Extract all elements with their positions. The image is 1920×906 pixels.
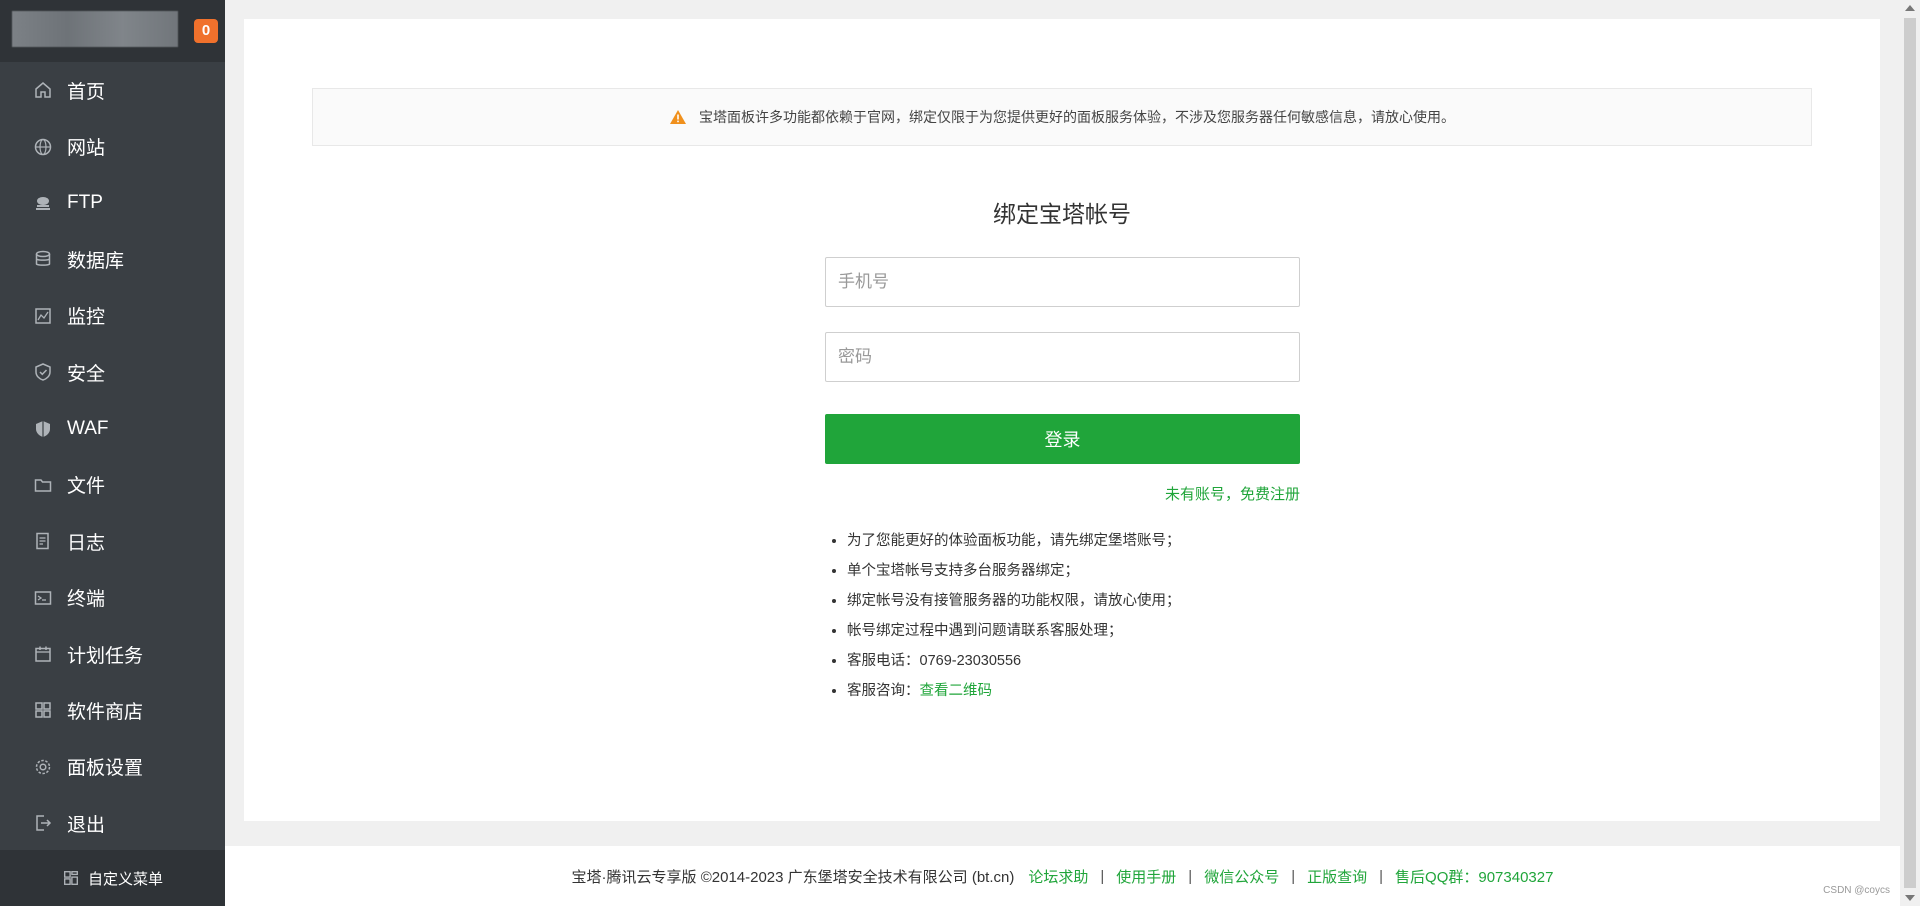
shield-icon — [32, 361, 54, 383]
database-icon — [32, 248, 54, 270]
footer-link-forum[interactable]: 论坛求助 — [1028, 866, 1088, 887]
ftp-icon — [32, 192, 54, 214]
sidebar-item-label: FTP — [67, 191, 103, 213]
server-name-blurred — [12, 11, 178, 47]
register-link[interactable]: 未有账号，免费注册 — [1165, 483, 1300, 504]
consult-label: 客服咨询： — [847, 683, 920, 699]
sidebar-item-label: 安全 — [67, 363, 106, 385]
qr-code-link[interactable]: 查看二维码 — [920, 683, 993, 699]
sidebar-item-website[interactable]: 网站 — [0, 118, 225, 174]
waf-shield-icon — [32, 418, 54, 440]
sidebar-item-files[interactable]: 文件 — [0, 457, 225, 513]
page-title: 绑定宝塔帐号 — [993, 201, 1131, 227]
login-button[interactable]: 登录 — [825, 414, 1300, 464]
footer-separator: | — [1188, 867, 1193, 885]
sidebar-item-label: 监控 — [67, 307, 106, 329]
sidebar-item-cron[interactable]: 计划任务 — [0, 626, 225, 682]
sidebar-item-security[interactable]: 安全 — [0, 344, 225, 400]
footer-separator: | — [1291, 867, 1296, 885]
custom-menu-button[interactable]: 自定义菜单 — [0, 850, 225, 906]
notice-bar: 宝塔面板许多功能都依赖于官网，绑定仅限于为您提供更好的面板服务体验，不涉及您服务… — [312, 88, 1812, 146]
warning-icon — [670, 110, 686, 124]
list-item: 为了您能更好的体验面板功能，请先绑定堡塔账号； — [847, 526, 1181, 556]
footer-separator: | — [1100, 867, 1105, 885]
footer-link-license[interactable]: 正版查询 — [1307, 866, 1367, 887]
terminal-icon — [32, 587, 54, 609]
home-icon — [32, 79, 54, 101]
grid-icon — [32, 699, 54, 721]
scroll-up-arrow-icon[interactable] — [1905, 5, 1915, 11]
phone-input[interactable] — [825, 257, 1300, 307]
monitor-icon — [32, 305, 54, 327]
gear-icon — [32, 756, 54, 778]
sidebar-item-label: 首页 — [67, 81, 106, 103]
footer-link-manual[interactable]: 使用手册 — [1116, 866, 1176, 887]
watermark: CSDN @coycs — [1823, 885, 1890, 896]
tips-list: 为了您能更好的体验面板功能，请先绑定堡塔账号； 单个宝塔帐号支持多台服务器绑定；… — [844, 526, 1181, 706]
list-item: 绑定帐号没有接管服务器的功能权限，请放心使用； — [847, 586, 1181, 616]
custom-menu-label: 自定义菜单 — [88, 870, 164, 888]
page-scrollbar[interactable] — [1900, 0, 1920, 906]
sidebar-item-logs[interactable]: 日志 — [0, 513, 225, 569]
calendar-icon — [32, 643, 54, 665]
sidebar-header: 0 — [0, 0, 225, 62]
sidebar-item-label: 计划任务 — [67, 645, 144, 667]
sidebar-item-label: 文件 — [67, 476, 106, 498]
sidebar-item-label: 日志 — [67, 532, 106, 554]
footer-link-qq-group[interactable]: 售后QQ群：907340327 — [1395, 866, 1553, 887]
sidebar-item-label: 软件商店 — [67, 701, 144, 723]
footer-link-wechat[interactable]: 微信公众号 — [1204, 866, 1279, 887]
sidebar-item-monitor[interactable]: 监控 — [0, 288, 225, 344]
sidebar-item-terminal[interactable]: 终端 — [0, 570, 225, 626]
sidebar-item-database[interactable]: 数据库 — [0, 231, 225, 287]
notification-badge[interactable]: 0 — [194, 19, 218, 43]
list-item: 单个宝塔帐号支持多台服务器绑定； — [847, 556, 1181, 586]
scroll-thumb[interactable] — [1904, 18, 1916, 888]
sidebar-item-settings[interactable]: 面板设置 — [0, 739, 225, 795]
password-input[interactable] — [825, 332, 1300, 382]
sidebar-item-label: 退出 — [67, 814, 106, 836]
sidebar-item-waf[interactable]: WAF — [0, 400, 225, 456]
scroll-down-arrow-icon[interactable] — [1905, 895, 1915, 901]
menu-grid-icon — [62, 869, 80, 887]
sidebar-item-label: 面板设置 — [67, 758, 144, 780]
sidebar-item-logout[interactable]: 退出 — [0, 795, 225, 851]
sidebar-menu: 首页 网站 FTP 数据库 监控 安全 WAF 文件 日志 终端 计划任务 软件… — [0, 62, 225, 851]
sidebar-item-label: WAF — [67, 417, 109, 439]
footer-separator: | — [1379, 867, 1384, 885]
sidebar-item-label: 数据库 — [67, 250, 125, 272]
sidebar-item-label: 终端 — [67, 589, 106, 611]
sidebar-item-home[interactable]: 首页 — [0, 62, 225, 118]
notice-text: 宝塔面板许多功能都依赖于官网，绑定仅限于为您提供更好的面板服务体验，不涉及您服务… — [699, 109, 1455, 125]
sidebar-item-label: 网站 — [67, 138, 106, 160]
footer-copyright: 宝塔·腾讯云专享版 ©2014-2023 广东堡塔安全技术有限公司 (bt.cn… — [571, 868, 1015, 886]
sidebar: 0 首页 网站 FTP 数据库 监控 安全 WAF 文件 日志 终端 计划任务 … — [0, 0, 225, 906]
list-item: 帐号绑定过程中遇到问题请联系客服处理； — [847, 616, 1181, 646]
globe-icon — [32, 136, 54, 158]
list-item: 客服咨询：查看二维码 — [847, 676, 1181, 706]
footer: 宝塔·腾讯云专享版 ©2014-2023 广东堡塔安全技术有限公司 (bt.cn… — [225, 846, 1900, 906]
log-icon — [32, 530, 54, 552]
folder-icon — [32, 474, 54, 496]
sidebar-item-store[interactable]: 软件商店 — [0, 682, 225, 738]
logout-icon — [32, 812, 54, 834]
bind-account-panel: 宝塔面板许多功能都依赖于官网，绑定仅限于为您提供更好的面板服务体验，不涉及您服务… — [244, 19, 1880, 821]
sidebar-item-ftp[interactable]: FTP — [0, 175, 225, 231]
list-item: 客服电话：0769-23030556 — [847, 646, 1181, 676]
